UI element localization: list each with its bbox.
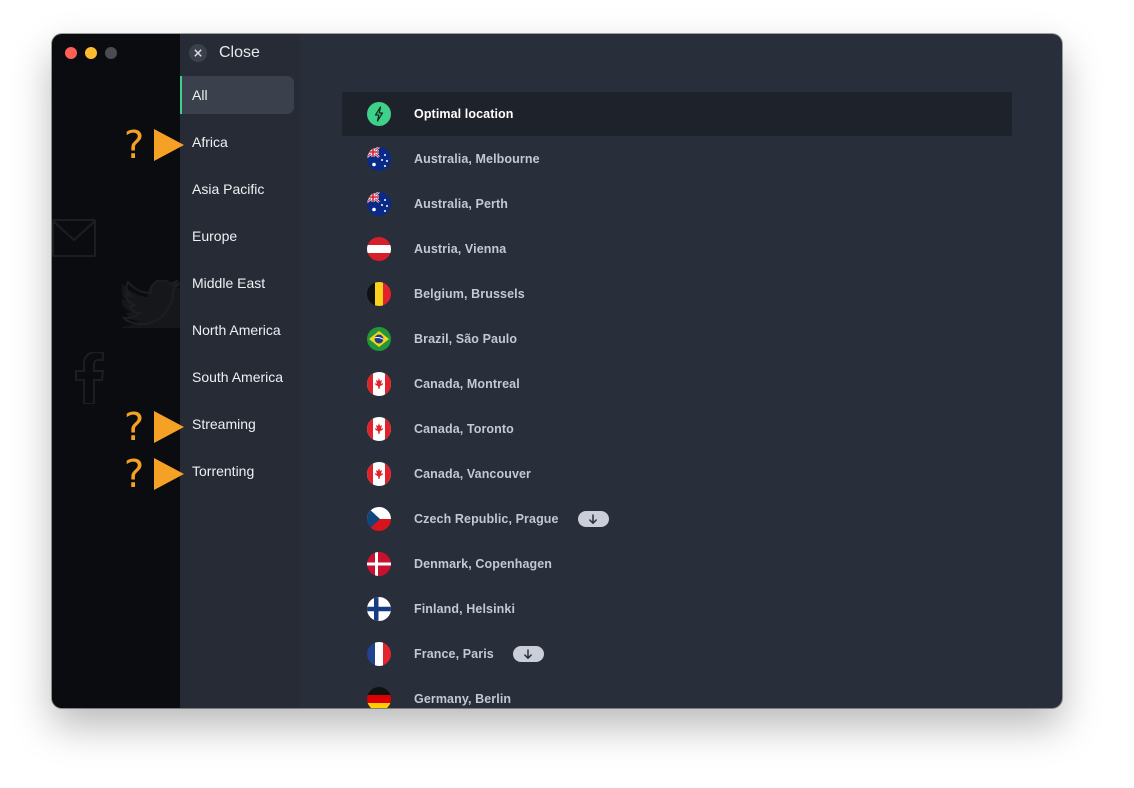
canada-flag-icon — [367, 462, 391, 486]
window-minimize-control[interactable] — [85, 47, 97, 59]
category-label: Africa — [192, 134, 228, 150]
australia-flag-icon — [367, 192, 391, 216]
category-label: Torrenting — [192, 463, 255, 479]
category-asia-pacific[interactable]: Asia Pacific — [180, 170, 294, 208]
austria-flag-icon — [367, 237, 391, 261]
location-label: Brazil, São Paulo — [414, 332, 518, 346]
finland-flag-icon — [367, 597, 391, 621]
window-close-control[interactable] — [65, 47, 77, 59]
facebook-icon — [75, 352, 104, 404]
question-arrow-annotation: ? — [124, 408, 184, 446]
location-label: Optimal location — [414, 107, 514, 121]
location-row[interactable]: Austria, Vienna — [342, 227, 1012, 271]
twitter-icon — [122, 280, 180, 328]
category-africa[interactable]: Africa — [180, 123, 294, 161]
brazil-flag-icon — [367, 327, 391, 351]
category-middle-east[interactable]: Middle East — [180, 264, 294, 302]
question-mark-icon: ? — [124, 123, 145, 167]
location-row[interactable]: Germany, Berlin — [342, 677, 1012, 708]
location-list: Optimal location Australia, Melbourne Aust… — [300, 34, 1062, 708]
close-button[interactable]: Close — [189, 42, 260, 64]
location-row[interactable]: Czech Republic, Prague — [342, 497, 1012, 541]
location-label: Czech Republic, Prague — [414, 512, 559, 526]
category-label: North America — [192, 322, 281, 338]
arrow-pointer-icon — [154, 458, 184, 490]
location-label: Australia, Melbourne — [414, 152, 540, 166]
arrow-pointer-icon — [154, 411, 184, 443]
location-row[interactable]: Denmark, Copenhagen — [342, 542, 1012, 586]
category-label: Middle East — [192, 275, 266, 291]
location-label: Canada, Montreal — [414, 377, 520, 391]
location-row[interactable]: Finland, Helsinki — [342, 587, 1012, 631]
location-row[interactable]: Australia, Perth — [342, 182, 1012, 226]
category-north-america[interactable]: North America — [180, 311, 294, 349]
location-label: Canada, Toronto — [414, 422, 514, 436]
download-arrow-icon — [512, 646, 544, 662]
location-row[interactable]: France, Paris — [342, 632, 1012, 676]
category-label: Streaming — [192, 416, 256, 432]
category-label: Europe — [192, 228, 238, 244]
close-icon — [189, 44, 207, 62]
location-row[interactable]: Australia, Melbourne — [342, 137, 1012, 181]
close-label: Close — [219, 44, 260, 61]
category-europe[interactable]: Europe — [180, 217, 294, 255]
location-label: Denmark, Copenhagen — [414, 557, 553, 571]
location-label: Austria, Vienna — [414, 242, 507, 256]
window-zoom-control[interactable] — [105, 47, 117, 59]
canada-flag-icon — [367, 417, 391, 441]
canada-flag-icon — [367, 372, 391, 396]
question-mark-icon: ? — [124, 452, 145, 496]
question-mark-icon: ? — [124, 405, 145, 449]
question-arrow-annotation: ? — [124, 455, 184, 493]
location-row[interactable]: Belgium, Brussels — [342, 272, 1012, 316]
location-label: Canada, Vancouver — [414, 467, 532, 481]
location-row[interactable]: Canada, Toronto — [342, 407, 1012, 451]
australia-flag-icon — [367, 147, 391, 171]
location-label: Australia, Perth — [414, 197, 508, 211]
bolt-icon — [367, 102, 391, 126]
category-label: South America — [192, 369, 284, 385]
location-row[interactable]: Canada, Vancouver — [342, 452, 1012, 496]
location-label: Finland, Helsinki — [414, 602, 516, 616]
category-south-america[interactable]: South America — [180, 358, 294, 396]
category-torrenting[interactable]: Torrenting — [180, 452, 294, 490]
germany-flag-icon — [367, 687, 391, 708]
location-label: Germany, Berlin — [414, 692, 512, 706]
category-all[interactable]: All — [180, 76, 294, 114]
category-label: Asia Pacific — [192, 181, 265, 197]
download-arrow-icon — [577, 511, 609, 527]
category-streaming[interactable]: Streaming — [180, 405, 294, 443]
czech-flag-icon — [367, 507, 391, 531]
location-label: Belgium, Brussels — [414, 287, 525, 301]
location-row[interactable]: Brazil, São Paulo — [342, 317, 1012, 361]
location-row[interactable]: Canada, Montreal — [342, 362, 1012, 406]
optimal-location-row[interactable]: Optimal location — [342, 92, 1012, 136]
app-window: Close All Africa Asia Pacific Europe Middle … — [52, 34, 1062, 708]
category-label: All — [192, 87, 208, 103]
france-flag-icon — [367, 642, 391, 666]
location-label: France, Paris — [414, 647, 494, 661]
denmark-flag-icon — [367, 552, 391, 576]
belgium-flag-icon — [367, 282, 391, 306]
arrow-pointer-icon — [154, 129, 184, 161]
mail-icon — [52, 219, 96, 257]
question-arrow-annotation: ? — [124, 126, 184, 164]
